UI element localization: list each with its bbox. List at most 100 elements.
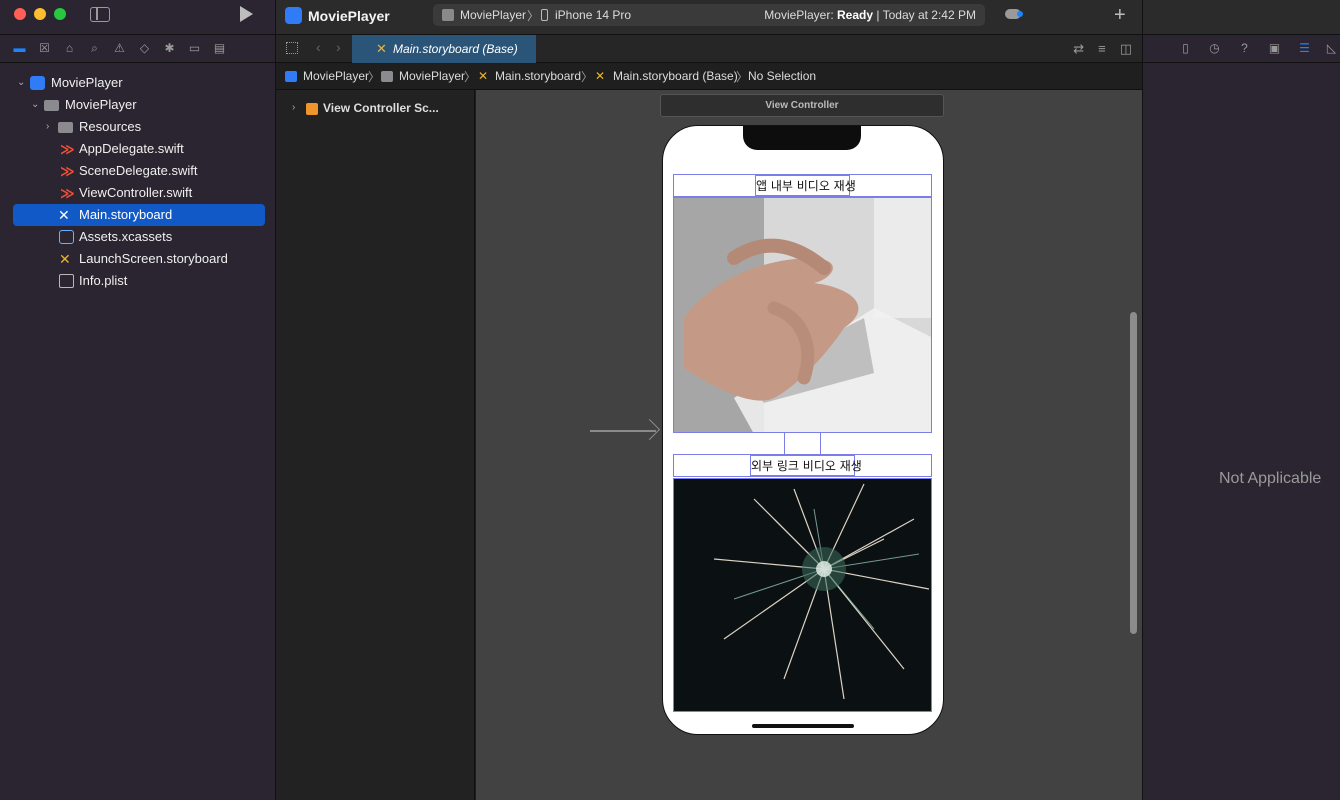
forward-chevron-icon[interactable]: › bbox=[336, 39, 341, 55]
storyboard-canvas[interactable]: View Controller 앱 내부 비디오 재생 외부 링크 비디오 재생 bbox=[476, 90, 1142, 800]
swift-icon: ≫ bbox=[60, 163, 75, 179]
back-chevron-icon[interactable]: ‹ bbox=[316, 39, 321, 55]
chevron-down-icon[interactable]: ⌄ bbox=[17, 72, 27, 94]
issue-navigator-tab[interactable]: ⚠ bbox=[112, 41, 127, 56]
chevron-right-icon[interactable]: › bbox=[292, 102, 295, 113]
tree-item-appdelegate[interactable]: ≫ AppDelegate.swift bbox=[0, 138, 276, 160]
outline-item-view-controller-scene[interactable]: View Controller Sc... bbox=[323, 101, 439, 115]
symbol-navigator-tab[interactable]: ⌂ bbox=[62, 41, 77, 56]
chevron-right-icon: 〉 bbox=[527, 9, 540, 23]
status-time: | Today at 2:42 PM bbox=[873, 8, 976, 22]
zoom-window-button[interactable] bbox=[54, 8, 66, 20]
swift-icon: ≫ bbox=[60, 141, 75, 157]
grid-icon[interactable] bbox=[286, 42, 298, 54]
chevron-down-icon[interactable]: ⌄ bbox=[31, 94, 41, 116]
history-inspector-icon[interactable]: ◷ bbox=[1208, 42, 1221, 55]
tree-item-label: MoviePlayer bbox=[51, 75, 123, 90]
tree-item-label: Assets.xcassets bbox=[79, 229, 173, 244]
storyboard-icon: ✕ bbox=[58, 207, 70, 223]
scheme-selector[interactable]: MoviePlayer bbox=[460, 8, 526, 22]
breakpoint-navigator-tab[interactable]: ▭ bbox=[187, 41, 202, 56]
tree-item-assets[interactable]: Assets.xcassets bbox=[0, 226, 276, 248]
tree-item-resources[interactable]: › Resources bbox=[0, 116, 276, 138]
folder-icon bbox=[44, 100, 59, 111]
folder-icon bbox=[58, 122, 73, 133]
tree-item-group[interactable]: ⌄ MoviePlayer bbox=[0, 94, 276, 116]
identity-inspector-icon[interactable]: ▣ bbox=[1268, 42, 1281, 55]
editor-options: ⇄ ≡ ◫ bbox=[1073, 41, 1132, 57]
scheme-icon bbox=[442, 9, 454, 21]
breadcrumb-item[interactable]: MoviePlayer bbox=[303, 69, 369, 83]
breadcrumb-item[interactable]: Main.storyboard (Base) bbox=[613, 69, 738, 83]
device-selector[interactable]: iPhone 14 Pro bbox=[555, 8, 631, 22]
tree-item-scenedelegate[interactable]: ≫ SceneDelegate.swift bbox=[0, 160, 276, 182]
iphone-frame: 앱 내부 비디오 재생 외부 링크 비디오 재생 bbox=[662, 125, 944, 735]
report-navigator-tab[interactable]: ▤ bbox=[212, 41, 227, 56]
help-inspector-icon[interactable]: ? bbox=[1238, 42, 1251, 55]
chevron-right-icon: 〉 bbox=[464, 70, 477, 84]
window-controls bbox=[14, 8, 66, 20]
assets-icon bbox=[59, 230, 74, 244]
swift-icon: ≫ bbox=[60, 185, 75, 201]
inspector-tab-bar: ▯ ◷ ? ▣ ☰ ◺ bbox=[1143, 34, 1340, 63]
navigator-panel: ▬ ☒ ⌂ ⌕ ⚠ ◇ ✱ ▭ ▤ ⌄ MoviePlayer ⌄ MovieP… bbox=[0, 0, 276, 800]
entry-point-arrow[interactable] bbox=[590, 430, 656, 432]
iphone-icon bbox=[541, 9, 548, 21]
tab-main-storyboard[interactable]: ✕ Main.storyboard (Base) bbox=[352, 35, 536, 63]
storyboard-icon: ✕ bbox=[595, 69, 606, 83]
sidebar-toggle-icon[interactable] bbox=[90, 7, 110, 22]
tree-item-main-storyboard[interactable]: ✕ Main.storyboard bbox=[13, 204, 265, 226]
minimize-window-button[interactable] bbox=[34, 8, 46, 20]
project-tree: ⌄ MoviePlayer ⌄ MoviePlayer › Resources … bbox=[0, 72, 276, 292]
refresh-icon[interactable]: ⇄ bbox=[1073, 41, 1084, 57]
breadcrumb-item[interactable]: MoviePlayer bbox=[399, 69, 465, 83]
tree-item-launchscreen[interactable]: ✕ LaunchScreen.storyboard bbox=[0, 248, 276, 270]
canvas-scrollbar[interactable] bbox=[1130, 312, 1137, 634]
scheme-activity-bar[interactable]: MoviePlayer 〉 iPhone 14 Pro MoviePlayer:… bbox=[433, 4, 985, 26]
tree-item-label: Resources bbox=[79, 119, 142, 134]
app-title: MoviePlayer bbox=[308, 8, 390, 24]
editor-tab-bar: ‹ › ✕ Main.storyboard (Base) ⇄ ≡ ◫ bbox=[276, 34, 1142, 63]
file-inspector-icon[interactable]: ▯ bbox=[1179, 42, 1192, 55]
scene-header[interactable]: View Controller bbox=[660, 94, 944, 117]
spacer-view[interactable] bbox=[784, 432, 821, 455]
project-navigator-tab[interactable]: ▬ bbox=[12, 41, 27, 56]
tree-item-label: ViewController.swift bbox=[79, 185, 193, 200]
status-state: Ready bbox=[837, 8, 874, 22]
split-editor-icon[interactable]: ◫ bbox=[1120, 41, 1132, 57]
navigator-tab-bar: ▬ ☒ ⌂ ⌕ ⚠ ◇ ✱ ▭ ▤ bbox=[0, 34, 276, 63]
external-video-label[interactable]: 외부 링크 비디오 재생 bbox=[750, 455, 862, 476]
run-button[interactable] bbox=[240, 6, 253, 22]
chevron-right-icon[interactable]: › bbox=[46, 116, 56, 138]
debug-navigator-tab[interactable]: ✱ bbox=[162, 41, 177, 56]
tree-item-project[interactable]: ⌄ MoviePlayer bbox=[0, 72, 276, 94]
internal-video-label[interactable]: 앱 내부 비디오 재생 bbox=[755, 175, 856, 196]
chevron-right-icon: 〉 bbox=[581, 70, 594, 84]
external-video-view[interactable] bbox=[673, 478, 932, 712]
tree-item-label: SceneDelegate.swift bbox=[79, 163, 198, 178]
cloud-icon[interactable] bbox=[1005, 9, 1023, 19]
tree-item-viewcontroller[interactable]: ≫ ViewController.swift bbox=[0, 182, 276, 204]
breadcrumb: MoviePlayer 〉 MoviePlayer 〉 ✕ Main.story… bbox=[276, 63, 1142, 90]
project-icon bbox=[30, 76, 45, 90]
lines-icon[interactable]: ≡ bbox=[1098, 41, 1106, 57]
add-button[interactable]: + bbox=[1114, 4, 1126, 27]
breadcrumb-item[interactable]: Main.storyboard bbox=[495, 69, 581, 83]
project-icon bbox=[285, 7, 302, 24]
source-control-navigator-tab[interactable]: ☒ bbox=[37, 41, 52, 56]
internal-video-view[interactable] bbox=[673, 197, 932, 433]
attributes-inspector-icon[interactable]: ☰ bbox=[1298, 42, 1311, 55]
title-bar: MoviePlayer MoviePlayer 〉 iPhone 14 Pro … bbox=[276, 0, 1142, 34]
breadcrumb-item[interactable]: No Selection bbox=[748, 69, 816, 83]
storyboard-icon: ✕ bbox=[59, 251, 71, 267]
tree-item-infoplist[interactable]: Info.plist bbox=[0, 270, 276, 292]
folder-icon bbox=[381, 71, 393, 82]
tree-item-label: Info.plist bbox=[79, 273, 128, 288]
build-status: MoviePlayer: Ready | Today at 2:42 PM bbox=[764, 8, 976, 22]
chevron-right-icon: 〉 bbox=[368, 70, 381, 84]
label-container: 외부 링크 비디오 재생 bbox=[673, 454, 932, 477]
close-window-button[interactable] bbox=[14, 8, 26, 20]
test-navigator-tab[interactable]: ◇ bbox=[137, 41, 152, 56]
find-navigator-tab[interactable]: ⌕ bbox=[87, 41, 102, 56]
size-inspector-icon[interactable]: ◺ bbox=[1325, 42, 1338, 55]
